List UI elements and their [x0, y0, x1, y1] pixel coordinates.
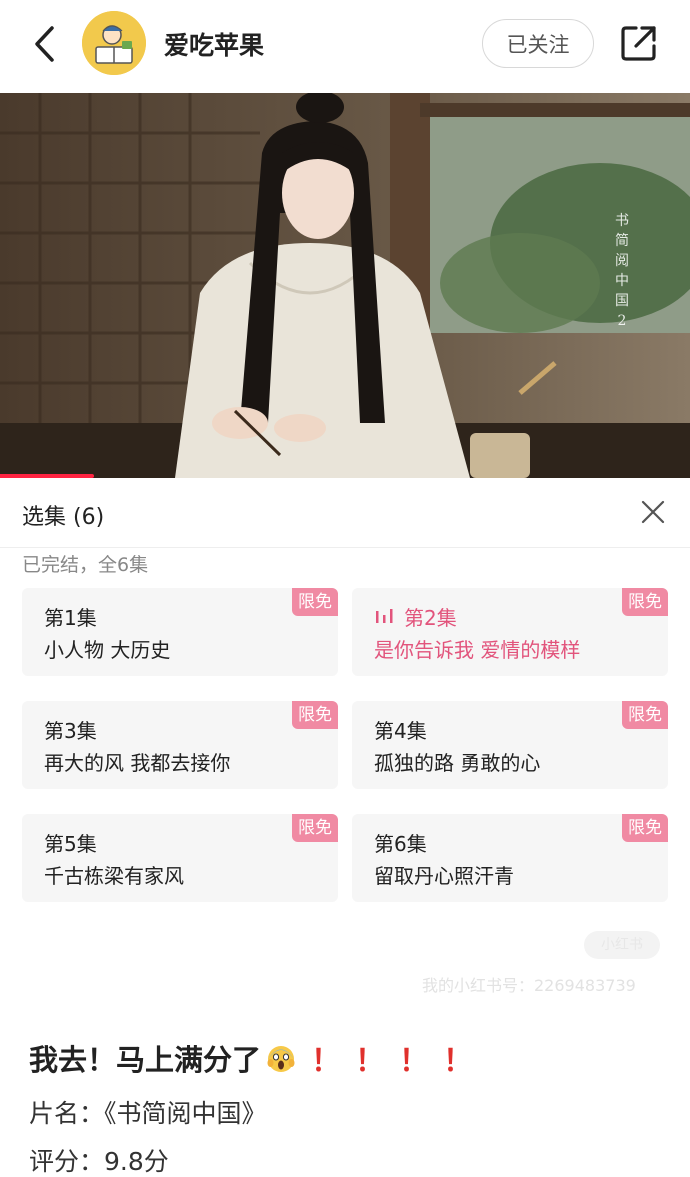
episode-number: 第1集: [44, 606, 97, 630]
episode-card-4[interactable]: 第4集 孤独的路 勇敢的心 限免: [352, 701, 668, 789]
watermark-id: 我的小红书号：2269483739: [422, 976, 636, 995]
free-badge: 限免: [622, 701, 668, 729]
video-player[interactable]: 书简阅中国2: [0, 93, 690, 478]
top-bar: 爱吃苹果 已关注: [0, 0, 690, 92]
watermark-logo: 小红书: [584, 931, 660, 959]
scream-emoji-icon: [267, 1046, 295, 1072]
exclamation-icon: ！: [355, 1044, 386, 1079]
back-button[interactable]: [26, 22, 62, 66]
episode-title: 留取丹心照汗青: [374, 864, 514, 888]
free-badge: 限免: [292, 814, 338, 842]
film-name-line: 片名：《书简阅中国》: [29, 1099, 267, 1128]
episode-title: 再大的风 我都去接你: [44, 751, 231, 775]
score-line: 评分：9.8分: [29, 1147, 169, 1176]
episode-card-2[interactable]: 第2集 是你告诉我 爱情的模样 限免: [352, 588, 668, 676]
episode-number: 第6集: [374, 832, 427, 856]
share-icon: [621, 26, 656, 61]
free-badge: 限免: [292, 588, 338, 616]
episode-title: 千古栋梁有家风: [44, 864, 184, 888]
username[interactable]: 爱吃苹果: [164, 26, 264, 62]
series-status: 已完结，全6集: [22, 554, 149, 576]
playing-icon: [376, 609, 393, 623]
episode-number: 第5集: [44, 832, 97, 856]
free-badge: 限免: [622, 588, 668, 616]
panel-title: 选集 (6): [22, 505, 105, 530]
exclamation-icon: ！: [399, 1044, 430, 1079]
episode-title: 小人物 大历史: [44, 638, 171, 662]
post-title-text: 我去！马上满分了: [29, 1043, 262, 1077]
episode-panel: 选集 (6) 已完结，全6集 第1集 小人物 大历史 限免 第2集 是你告诉我 …: [0, 478, 690, 918]
episode-card-1[interactable]: 第1集 小人物 大历史 限免: [22, 588, 338, 676]
post-title: 我去！马上满分了 ！ ！ ！ ！: [29, 1036, 473, 1080]
episode-number: 第4集: [374, 719, 427, 743]
share-button[interactable]: [618, 22, 660, 64]
close-icon: [641, 500, 665, 524]
episode-card-5[interactable]: 第5集 千古栋梁有家风 限免: [22, 814, 338, 902]
avatar-illustration-icon: [82, 11, 146, 75]
episode-card-3[interactable]: 第3集 再大的风 我都去接你 限免: [22, 701, 338, 789]
back-icon: [35, 26, 54, 62]
free-badge: 限免: [292, 701, 338, 729]
video-frame-image: [0, 93, 690, 478]
episode-number: 第2集: [404, 606, 457, 630]
exclamation-icon: ！: [443, 1044, 474, 1079]
follow-button[interactable]: 已关注: [482, 19, 594, 68]
divider: [0, 547, 690, 548]
exclamation-icon: ！: [311, 1044, 342, 1079]
episode-title: 孤独的路 勇敢的心: [374, 751, 541, 775]
free-badge: 限免: [622, 814, 668, 842]
episode-card-6[interactable]: 第6集 留取丹心照汗青 限免: [352, 814, 668, 902]
close-button[interactable]: [638, 497, 668, 527]
episode-title: 是你告诉我 爱情的模样: [374, 638, 581, 662]
video-watermark: 书简阅中国2: [615, 213, 629, 329]
avatar[interactable]: [82, 11, 146, 75]
episode-number: 第3集: [44, 719, 97, 743]
